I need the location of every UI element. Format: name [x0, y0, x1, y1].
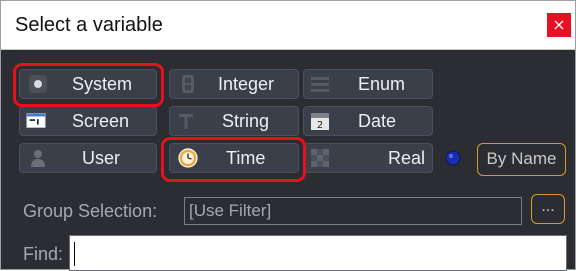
group-browse-button[interactable]: ...	[531, 194, 565, 224]
type-button-real[interactable]: Real	[303, 143, 433, 173]
by-name-label: By Name	[486, 149, 557, 168]
type-label: Enum	[358, 74, 406, 94]
title-bar: Select a variable ×	[1, 1, 575, 50]
find-input[interactable]	[69, 235, 567, 271]
group-selection-label: Group Selection:	[23, 201, 158, 221]
user-icon	[31, 150, 45, 167]
close-icon: ×	[552, 15, 566, 34]
highlight-frame-system	[13, 63, 164, 107]
type-button-string[interactable]: String	[169, 106, 299, 136]
sort-indicator-icon[interactable]	[445, 150, 461, 166]
group-selection-value: [Use Filter]	[189, 201, 272, 220]
type-label: User	[82, 148, 121, 168]
enum-icon	[311, 77, 329, 92]
ellipsis-icon: ...	[541, 198, 555, 215]
type-label: String	[222, 111, 270, 131]
calendar-icon: 2	[311, 113, 329, 131]
string-icon	[179, 114, 193, 129]
integer-icon	[182, 75, 194, 93]
dialog-title: Select a variable	[15, 14, 163, 36]
type-label: Integer	[218, 74, 275, 94]
type-button-user[interactable]: User	[19, 143, 157, 173]
text-caret	[74, 242, 75, 266]
screen-icon	[26, 113, 46, 128]
calendar-day: 2	[317, 120, 323, 131]
by-name-button[interactable]: By Name	[477, 143, 566, 176]
type-label: Date	[358, 111, 397, 131]
real-icon	[311, 149, 329, 167]
close-button[interactable]: ×	[547, 13, 571, 37]
type-button-enum[interactable]: Enum	[303, 69, 433, 99]
group-selection-field[interactable]: [Use Filter]	[184, 197, 522, 225]
find-label: Find:	[23, 244, 64, 264]
type-button-integer[interactable]: Integer	[169, 69, 299, 99]
select-variable-dialog: Select a variable × System Integer Enum	[0, 0, 576, 271]
type-button-screen[interactable]: Screen	[19, 106, 157, 136]
highlight-frame-time	[161, 137, 306, 182]
type-button-date[interactable]: 2 Date	[303, 106, 433, 136]
type-label: Screen	[72, 111, 130, 131]
type-label: Real	[388, 148, 426, 168]
